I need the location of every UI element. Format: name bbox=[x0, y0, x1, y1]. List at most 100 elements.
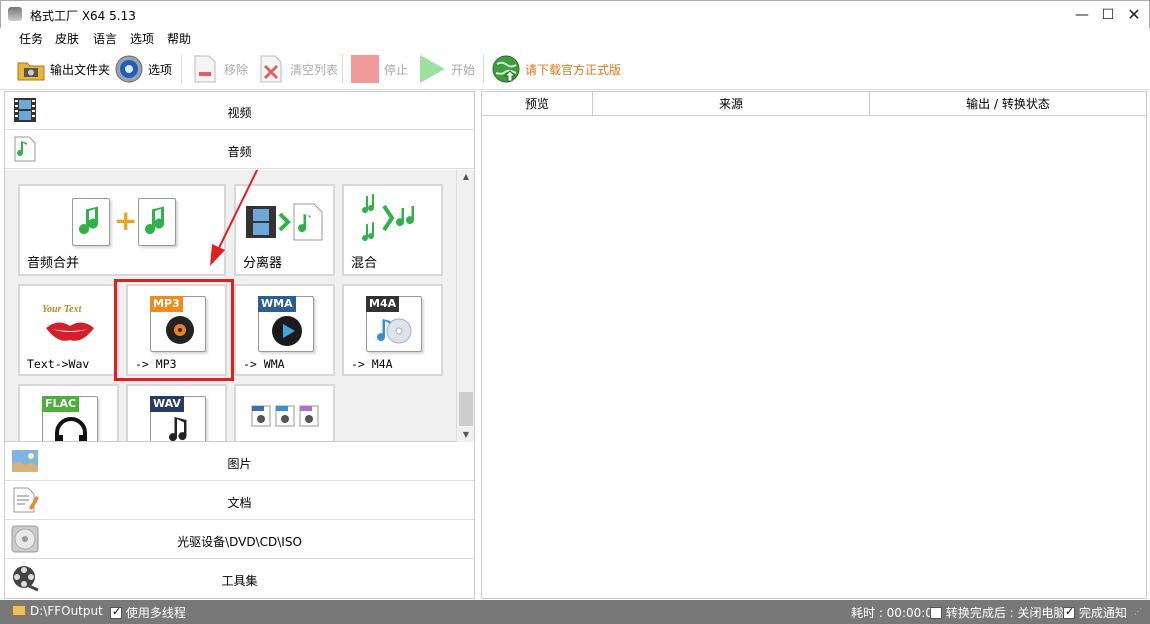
tile-to-flac[interactable]: FLAC bbox=[18, 384, 119, 441]
toolbar: 输出文件夹 选项 移除 清空列表 停止 开始 请下载官方正式版 bbox=[0, 48, 1150, 90]
menu-language[interactable]: 语言 bbox=[93, 30, 117, 47]
audio-file-icon bbox=[72, 198, 110, 246]
tile-audio-merge[interactable]: + 音频合并 bbox=[18, 184, 226, 276]
tile-text-to-wav[interactable]: Your Text Text->Wav bbox=[18, 284, 119, 376]
category-picture[interactable]: 图片 bbox=[5, 443, 474, 481]
globe-download-icon bbox=[491, 54, 521, 84]
tile-to-m4a[interactable]: M4A -> M4A bbox=[342, 284, 443, 376]
column-preview[interactable]: 预览 bbox=[482, 92, 593, 116]
tile-scrollbar[interactable]: ▲ ▼ bbox=[456, 170, 474, 442]
tile-more-formats[interactable] bbox=[234, 384, 335, 441]
output-folder-label: 输出文件夹 bbox=[50, 62, 111, 77]
tile-text-to-wav-label: Text->Wav bbox=[27, 357, 90, 371]
download-official-label: 请下载官方正式版 bbox=[525, 62, 622, 77]
plus-icon: + bbox=[114, 204, 138, 237]
remove-button[interactable]: 移除 bbox=[190, 52, 248, 86]
after-convert-option[interactable]: 转换完成后 : 关闭电脑 bbox=[930, 604, 1066, 621]
column-output-status[interactable]: 输出 / 转换状态 bbox=[870, 92, 1146, 116]
start-button[interactable]: 开始 bbox=[417, 52, 475, 86]
window-title: 格式工厂 X64 5.13 bbox=[30, 9, 136, 23]
category-document[interactable]: 文档 bbox=[5, 482, 474, 520]
menu-options[interactable]: 选项 bbox=[130, 30, 154, 47]
clear-list-label: 清空列表 bbox=[290, 62, 339, 77]
annotation-arrow bbox=[210, 170, 259, 266]
category-tools[interactable]: 工具集 bbox=[5, 560, 474, 598]
task-list[interactable]: 预览 来源 输出 / 转换状态 bbox=[481, 91, 1147, 599]
category-picture-label: 图片 bbox=[227, 457, 252, 471]
start-icon bbox=[417, 54, 447, 84]
scroll-thumb[interactable] bbox=[459, 392, 473, 426]
category-optical-label: 光驱设备\DVD\CD\ISO bbox=[177, 535, 302, 549]
notify-option[interactable]: 完成通知 bbox=[1063, 604, 1127, 621]
after-convert-label: 转换完成后 : 关闭电脑 bbox=[945, 606, 1066, 620]
tile-to-wma-label: -> WMA bbox=[243, 357, 285, 371]
notify-checkbox[interactable] bbox=[1063, 605, 1075, 619]
scroll-down-arrow[interactable]: ▼ bbox=[457, 428, 475, 442]
your-text-caption: Your Text bbox=[42, 304, 82, 315]
tile-to-wma[interactable]: WMA -> WMA bbox=[234, 284, 335, 376]
after-convert-checkbox[interactable] bbox=[930, 607, 942, 619]
stop-icon bbox=[350, 54, 380, 84]
category-audio[interactable]: 音频 bbox=[5, 131, 474, 169]
category-optical[interactable]: 光驱设备\DVD\CD\ISO bbox=[5, 521, 474, 559]
options-icon bbox=[114, 54, 144, 84]
options-button[interactable]: 选项 bbox=[114, 52, 172, 86]
clear-list-icon bbox=[256, 54, 286, 84]
category-document-label: 文档 bbox=[227, 496, 252, 510]
resize-grip[interactable]: ⋰ bbox=[1134, 607, 1142, 616]
menu-bar: 任务 皮肤 语言 选项 帮助 bbox=[0, 28, 1150, 48]
toolbar-separator bbox=[483, 54, 484, 84]
stop-label: 停止 bbox=[384, 62, 409, 77]
task-table-header: 预览 来源 输出 / 转换状态 bbox=[482, 92, 1146, 116]
category-panel: 视频 音频 + 音频合并 分离器 混合 Your Text Text->Wav … bbox=[4, 91, 475, 599]
wma-badge: WMA bbox=[258, 296, 296, 312]
remove-label: 移除 bbox=[224, 62, 249, 77]
multithread-checkbox[interactable] bbox=[110, 605, 122, 619]
menu-skin[interactable]: 皮肤 bbox=[55, 30, 79, 47]
category-video-label: 视频 bbox=[227, 106, 252, 120]
download-official-button[interactable]: 请下载官方正式版 bbox=[491, 52, 621, 86]
lips-icon bbox=[46, 322, 94, 341]
maximize-button[interactable]: ☐ bbox=[1097, 5, 1119, 25]
clear-list-button[interactable]: 清空列表 bbox=[256, 52, 338, 86]
highlight-box bbox=[114, 279, 234, 381]
toolbar-separator bbox=[181, 54, 182, 84]
folder-icon bbox=[12, 605, 26, 616]
tile-mix-label: 混合 bbox=[351, 256, 378, 271]
flac-badge: FLAC bbox=[42, 396, 80, 412]
multithread-option[interactable]: 使用多线程 bbox=[110, 604, 186, 621]
output-folder-button[interactable]: 输出文件夹 bbox=[16, 52, 110, 86]
folder-icon bbox=[16, 54, 46, 84]
notify-label: 完成通知 bbox=[1078, 606, 1127, 620]
multithread-label: 使用多线程 bbox=[125, 606, 186, 620]
stop-button[interactable]: 停止 bbox=[350, 52, 408, 86]
m4a-badge: M4A bbox=[366, 296, 400, 312]
output-path[interactable]: D:\FFOutput bbox=[12, 604, 103, 618]
multi-format-icon bbox=[251, 405, 319, 427]
mix-icon bbox=[362, 194, 415, 242]
tile-mix[interactable]: 混合 bbox=[342, 184, 443, 276]
tile-to-wav[interactable]: WAV bbox=[126, 384, 227, 441]
column-source[interactable]: 来源 bbox=[593, 92, 870, 116]
minimize-button[interactable]: — bbox=[1071, 5, 1093, 25]
close-button[interactable]: ✕ bbox=[1123, 5, 1145, 25]
toolbar-separator bbox=[342, 54, 343, 84]
app-icon[interactable] bbox=[8, 7, 22, 21]
options-label: 选项 bbox=[148, 62, 173, 77]
output-path-label: D:\FFOutput bbox=[30, 604, 103, 618]
category-tools-label: 工具集 bbox=[221, 574, 258, 588]
start-label: 开始 bbox=[451, 62, 476, 77]
audio-tool-grid: + 音频合并 分离器 混合 Your Text Text->Wav MP3 ->… bbox=[5, 170, 456, 442]
category-video[interactable]: 视频 bbox=[5, 92, 474, 130]
audio-file-icon bbox=[138, 198, 176, 246]
category-audio-label: 音频 bbox=[227, 145, 252, 159]
scroll-up-arrow[interactable]: ▲ bbox=[457, 170, 475, 184]
tile-audio-merge-label: 音频合并 bbox=[27, 256, 80, 271]
remove-icon bbox=[190, 54, 220, 84]
elapsed-time: 耗时 : 00:00:00 bbox=[851, 606, 941, 620]
menu-task[interactable]: 任务 bbox=[19, 30, 43, 47]
menu-help[interactable]: 帮助 bbox=[167, 30, 191, 47]
tile-to-m4a-label: -> M4A bbox=[351, 357, 393, 371]
wav-badge: WAV bbox=[150, 396, 184, 412]
status-bar: D:\FFOutput 使用多线程 耗时 : 00:00:00 转换完成后 : … bbox=[0, 600, 1150, 624]
